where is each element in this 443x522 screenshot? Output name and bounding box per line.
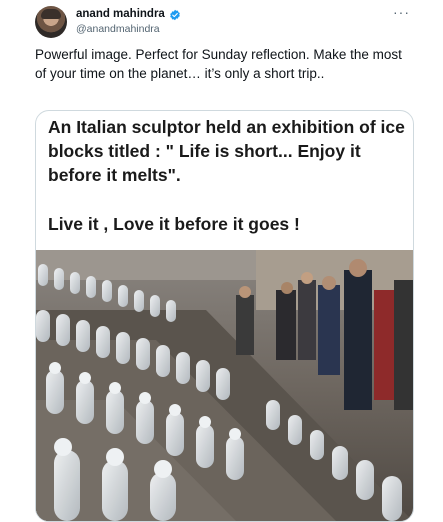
media-caption-line2: Live it , Love it before it goes ! bbox=[48, 214, 300, 234]
avatar[interactable] bbox=[35, 6, 67, 38]
tweet-text: Powerful image. Perfect for Sunday refle… bbox=[35, 47, 406, 81]
verified-badge-icon bbox=[169, 8, 181, 21]
media-caption-line1: An Italian sculptor held an exhibition o… bbox=[48, 117, 410, 185]
author-name-row: anand mahindra bbox=[76, 8, 181, 21]
author-display-name[interactable]: anand mahindra bbox=[76, 8, 165, 20]
more-options-icon[interactable]: ··· bbox=[393, 4, 410, 20]
avatar-hair bbox=[41, 9, 61, 19]
tweet: anand mahindra @anandmahindra ··· Powerf… bbox=[0, 0, 443, 522]
author-handle[interactable]: @anandmahindra bbox=[76, 23, 160, 35]
ice-sculptures-photo bbox=[36, 250, 413, 521]
tweet-media[interactable]: An Italian sculptor held an exhibition o… bbox=[35, 110, 414, 522]
